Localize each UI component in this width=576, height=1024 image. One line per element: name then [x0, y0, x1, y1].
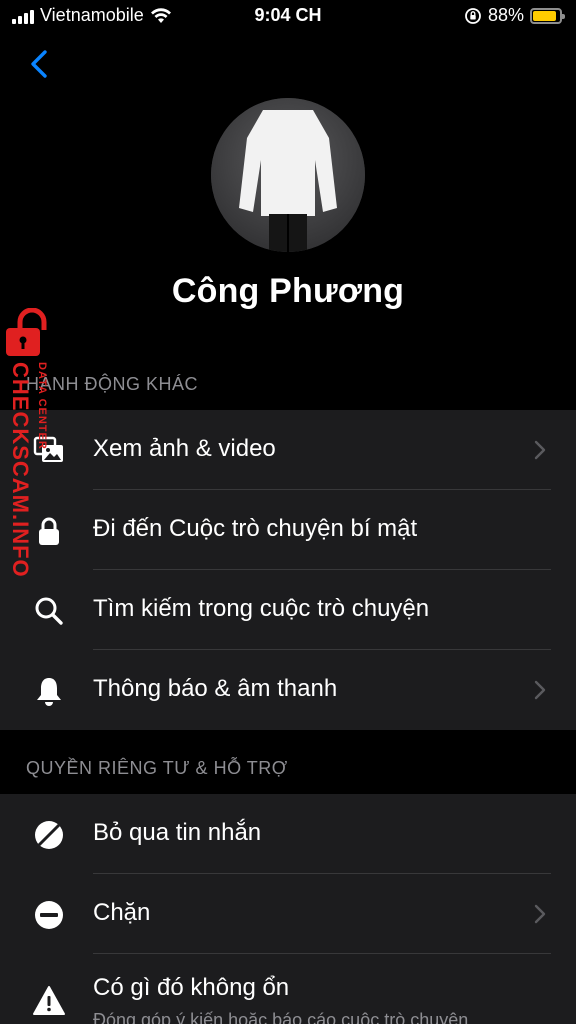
battery-percent: 88%: [487, 5, 524, 25]
avatar[interactable]: [211, 98, 365, 252]
watermark-subtext: DATA CENTER: [36, 362, 48, 450]
watermark-text: CHECKSCAM.INFO: [8, 362, 33, 578]
row-label: Đi đến Cuộc trò chuyện bí mật: [93, 515, 418, 542]
battery-fill: [533, 10, 556, 21]
row-photos-videos[interactable]: Xem ảnh & video: [0, 410, 576, 490]
row-ignore-messages[interactable]: Bỏ qua tin nhắn: [0, 794, 576, 874]
orientation-lock-icon: [465, 7, 481, 24]
row-sublabel: Đóng góp ý kiến hoặc báo cáo cuộc trò ch…: [93, 1010, 469, 1024]
search-icon: [32, 594, 66, 628]
status-bar: Vietnamobile 9:04 CH 88%: [0, 0, 576, 34]
row-label: Xem ảnh & video: [93, 435, 276, 462]
row-search-conversation[interactable]: Tìm kiếm trong cuộc trò chuyện: [0, 570, 576, 650]
row-label: Có gì đó không ổn: [93, 974, 290, 1001]
row-label: Thông báo & âm thanh: [93, 675, 338, 702]
chevron-left-icon: [31, 50, 47, 78]
chevron-right-icon: [534, 440, 546, 460]
row-label: Chặn: [93, 899, 151, 926]
row-notifications-sounds[interactable]: Thông báo & âm thanh: [0, 650, 576, 730]
row-block[interactable]: Chặn: [0, 874, 576, 954]
block-icon: [32, 898, 66, 932]
row-secret-conversation[interactable]: Đi đến Cuộc trò chuyện bí mật: [0, 490, 576, 570]
section-header-privacy: QUYỀN RIÊNG TƯ & HỖ TRỢ: [26, 758, 288, 778]
battery-icon: [530, 7, 565, 24]
section-header-actions: HÀNH ĐỘNG KHÁC: [26, 374, 199, 394]
bell-icon: [32, 674, 66, 708]
chevron-right-icon: [534, 904, 546, 924]
privacy-group: Bỏ qua tin nhắn Chặn Có gì đó không ổn Đ…: [0, 794, 576, 1024]
row-label: Bỏ qua tin nhắn: [93, 819, 262, 846]
actions-group: Xem ảnh & video Đi đến Cuộc trò chuyện b…: [0, 410, 576, 730]
row-something-wrong[interactable]: Có gì đó không ổn Đóng góp ý kiến hoặc b…: [0, 954, 576, 1024]
lock-icon: [32, 514, 66, 548]
profile-name: Công Phương: [171, 272, 405, 310]
row-label: Tìm kiếm trong cuộc trò chuyện: [93, 595, 430, 622]
ignore-icon: [32, 818, 66, 852]
chevron-right-icon: [534, 680, 546, 700]
watermark-lock-icon: [6, 308, 47, 356]
warning-icon: [32, 984, 66, 1018]
back-button[interactable]: [24, 46, 56, 82]
avatar-photo: [211, 98, 365, 252]
status-right: 88%: [464, 5, 565, 26]
